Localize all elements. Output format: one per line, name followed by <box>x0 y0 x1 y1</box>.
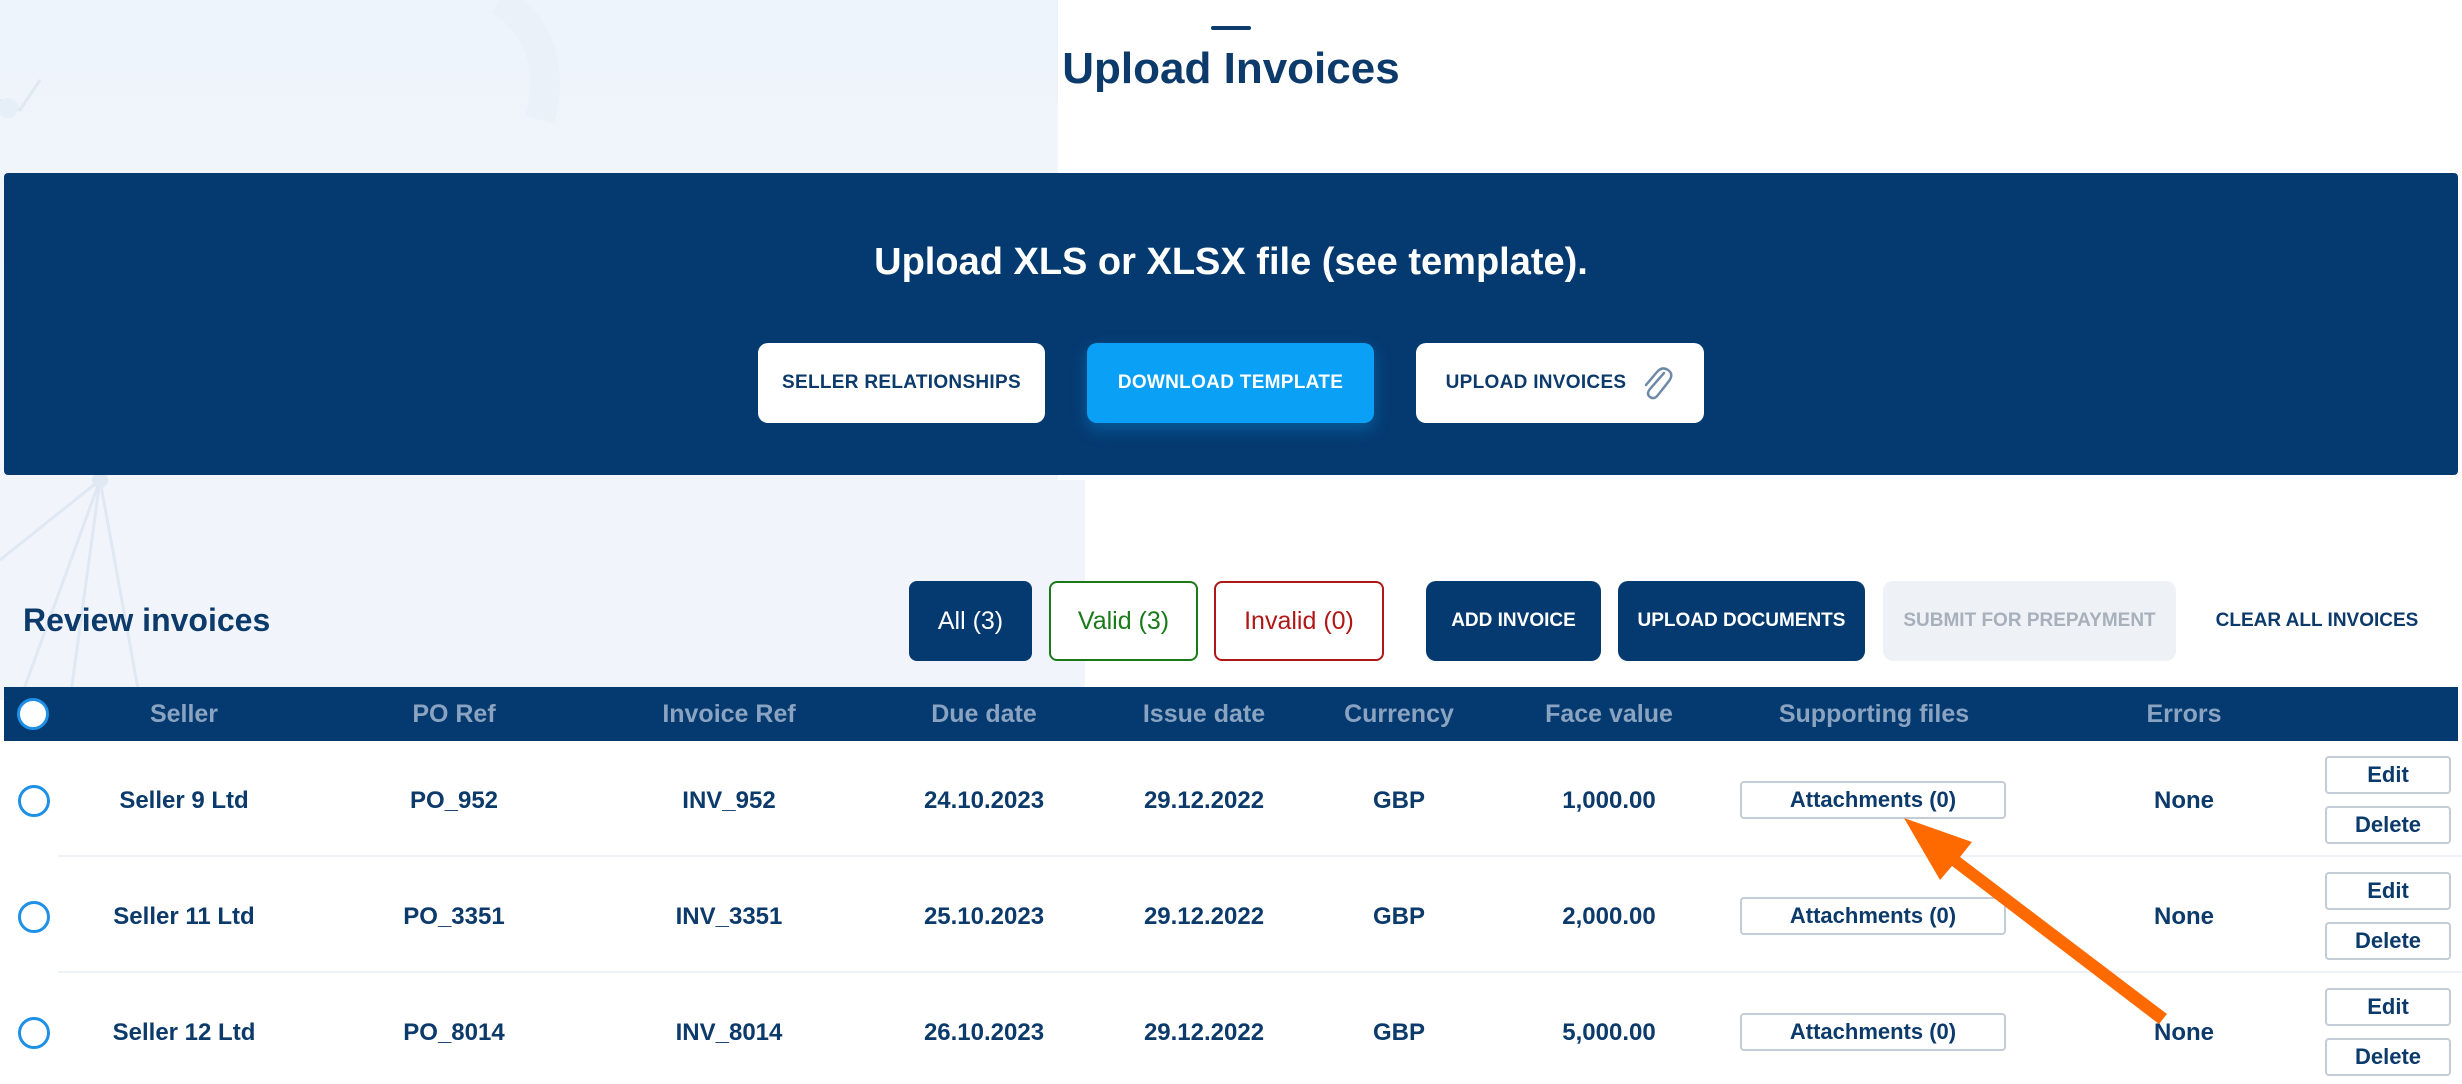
table-row: Seller 11 Ltd PO_3351 INV_3351 25.10.202… <box>0 857 2462 973</box>
row-select-radio[interactable] <box>18 785 50 817</box>
clear-all-invoices-label: CLEAR ALL INVOICES <box>2215 610 2419 631</box>
attachments-button[interactable]: Attachments (0) <box>1740 1013 2006 1051</box>
row-select-radio[interactable] <box>18 901 50 933</box>
delete-label: Delete <box>2354 812 2422 837</box>
face-value-cell: 2,000.00 <box>1562 903 1656 930</box>
currency-cell: GBP <box>1372 1019 1425 1046</box>
delete-label: Delete <box>2354 1044 2422 1069</box>
select-all-radio[interactable] <box>17 698 49 730</box>
issue-date-cell: 29.12.2022 <box>1143 787 1265 814</box>
download-template-label: DOWNLOAD TEMPLATE <box>1117 372 1344 393</box>
table-row: Seller 9 Ltd PO_952 INV_952 24.10.2023 2… <box>0 741 2462 857</box>
due-date-cell: 24.10.2023 <box>923 787 1045 814</box>
column-header-due-date[interactable]: Due date <box>864 687 1104 741</box>
seller-cell: Seller 12 Ltd <box>112 1019 256 1046</box>
seller-cell: Seller 11 Ltd <box>113 903 255 930</box>
filter-valid-label: Valid (3) <box>1077 606 1170 635</box>
banner-instructions: Upload XLS or XLSX file (see template). <box>874 241 1588 283</box>
invoice-table-header: Seller PO Ref Invoice Ref Due date Issue… <box>4 687 2458 741</box>
title-decoration-dash <box>1211 26 1251 30</box>
table-row: Seller 12 Ltd PO_8014 INV_8014 26.10.202… <box>0 973 2462 1084</box>
download-template-button[interactable]: DOWNLOAD TEMPLATE <box>1087 343 1374 423</box>
edit-button[interactable]: Edit <box>2325 872 2451 910</box>
column-header-issue-date[interactable]: Issue date <box>1094 687 1314 741</box>
filter-all-label: All (3) <box>937 606 1004 635</box>
attachments-label: Attachments (0) <box>1789 1019 1957 1044</box>
add-invoice-label: ADD INVOICE <box>1451 610 1576 631</box>
invoice-ref-cell: INV_3351 <box>675 903 783 930</box>
paperclip-icon <box>1640 363 1674 403</box>
filter-all-tab[interactable]: All (3) <box>909 581 1032 661</box>
column-header-po-ref[interactable]: PO Ref <box>334 687 574 741</box>
attachments-button[interactable]: Attachments (0) <box>1740 781 2006 819</box>
delete-button[interactable]: Delete <box>2325 922 2451 960</box>
errors-cell: None <box>2154 1019 2214 1046</box>
edit-button[interactable]: Edit <box>2325 756 2451 794</box>
upload-banner: Upload XLS or XLSX file (see template). … <box>4 173 2458 475</box>
issue-date-cell: 29.12.2022 <box>1143 1019 1265 1046</box>
face-value-cell: 1,000.00 <box>1562 787 1656 814</box>
issue-date-cell: 29.12.2022 <box>1143 903 1265 930</box>
errors-cell: None <box>2154 903 2214 930</box>
filter-invalid-label: Invalid (0) <box>1244 606 1354 635</box>
due-date-cell: 25.10.2023 <box>923 903 1045 930</box>
upload-documents-button[interactable]: UPLOAD DOCUMENTS <box>1618 581 1865 661</box>
delete-label: Delete <box>2354 928 2422 953</box>
edit-label: Edit <box>2367 762 2409 787</box>
invoice-ref-cell: INV_8014 <box>675 1019 783 1046</box>
due-date-cell: 26.10.2023 <box>923 1019 1045 1046</box>
edit-button[interactable]: Edit <box>2325 988 2451 1026</box>
po-ref-cell: PO_8014 <box>403 1019 505 1046</box>
invoice-ref-cell: INV_952 <box>682 787 776 814</box>
column-header-seller[interactable]: Seller <box>64 687 304 741</box>
row-select-radio[interactable] <box>18 1017 50 1049</box>
add-invoice-button[interactable]: ADD INVOICE <box>1426 581 1601 661</box>
column-header-errors[interactable]: Errors <box>2034 687 2334 741</box>
edit-label: Edit <box>2367 878 2409 903</box>
face-value-cell: 5,000.00 <box>1562 1019 1656 1046</box>
column-header-supporting-files[interactable]: Supporting files <box>1724 687 2024 741</box>
attachments-label: Attachments (0) <box>1789 787 1957 812</box>
attachments-button[interactable]: Attachments (0) <box>1740 897 2006 935</box>
po-ref-cell: PO_952 <box>409 787 499 814</box>
attachments-label: Attachments (0) <box>1789 903 1957 928</box>
seller-cell: Seller 9 Ltd <box>119 787 249 814</box>
upload-documents-label: UPLOAD DOCUMENTS <box>1637 610 1846 631</box>
upload-invoices-button[interactable]: UPLOAD INVOICES <box>1416 343 1704 423</box>
errors-cell: None <box>2154 787 2214 814</box>
submit-for-prepayment-label: SUBMIT FOR PREPAYMENT <box>1903 610 2156 631</box>
submit-for-prepayment-button[interactable]: SUBMIT FOR PREPAYMENT <box>1883 581 2176 661</box>
clear-all-invoices-button[interactable]: CLEAR ALL INVOICES <box>2193 581 2441 661</box>
column-header-currency[interactable]: Currency <box>1304 687 1494 741</box>
page-title: Upload Invoices <box>1062 44 1400 93</box>
review-invoices-heading: Review invoices <box>23 602 271 638</box>
filter-invalid-tab[interactable]: Invalid (0) <box>1214 581 1384 661</box>
seller-relationships-button[interactable]: SELLER RELATIONSHIPS <box>758 343 1045 423</box>
column-header-face-value[interactable]: Face value <box>1494 687 1724 741</box>
column-header-invoice-ref[interactable]: Invoice Ref <box>604 687 854 741</box>
currency-cell: GBP <box>1372 903 1425 930</box>
po-ref-cell: PO_3351 <box>403 903 505 930</box>
seller-relationships-label: SELLER RELATIONSHIPS <box>782 372 1021 393</box>
currency-cell: GBP <box>1372 787 1425 814</box>
filter-valid-tab[interactable]: Valid (3) <box>1049 581 1198 661</box>
upload-invoices-label: UPLOAD INVOICES <box>1445 372 1627 393</box>
delete-button[interactable]: Delete <box>2325 806 2451 844</box>
edit-label: Edit <box>2367 994 2409 1019</box>
delete-button[interactable]: Delete <box>2325 1038 2451 1076</box>
